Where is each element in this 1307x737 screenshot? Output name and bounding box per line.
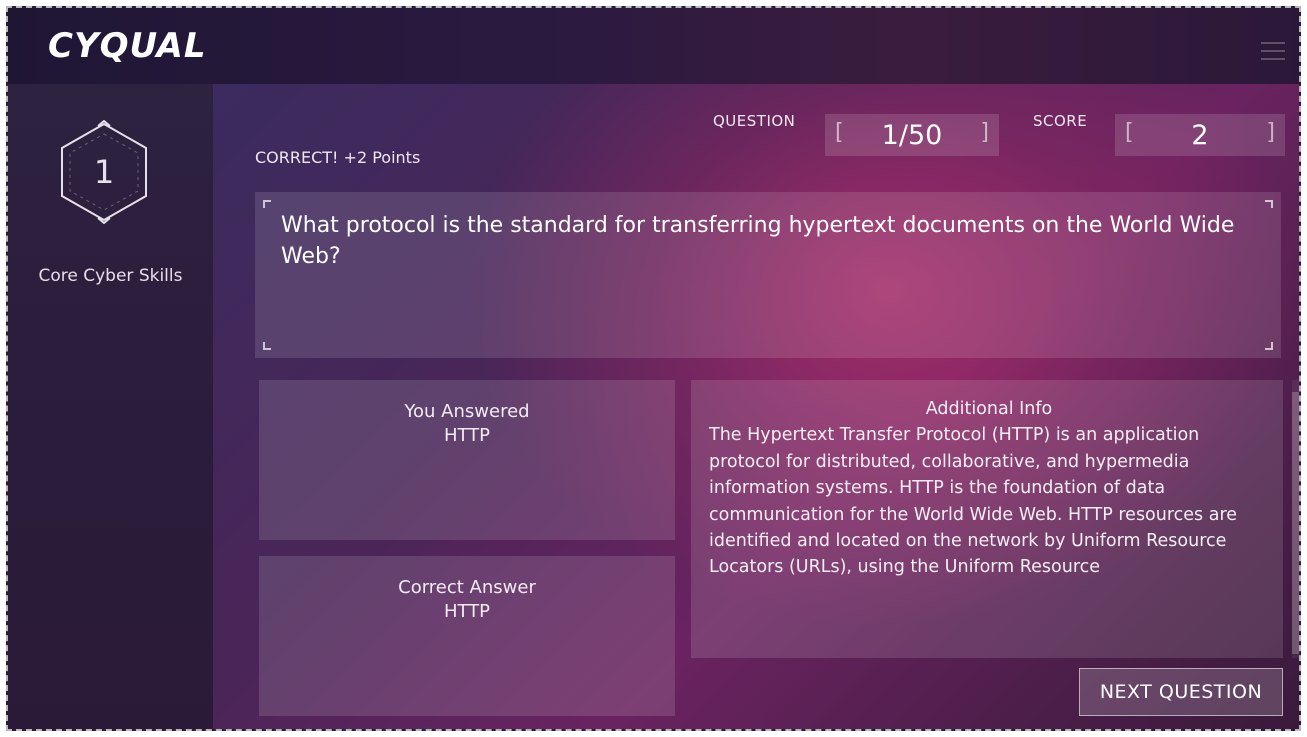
sidebar: 1 Core Cyber Skills — [8, 84, 213, 729]
additional-info-panel: Additional Info The Hypertext Transfer P… — [691, 380, 1283, 658]
top-bar: CYQUAL — [8, 8, 1299, 84]
main-panel: CORRECT! +2 Points QUESTION 1/50 SCORE 2… — [213, 84, 1299, 729]
your-answer-value: HTTP — [443, 425, 491, 446]
your-answer-label: You Answered — [404, 401, 530, 422]
menu-icon[interactable] — [1261, 42, 1285, 62]
correct-answer-label: Correct Answer — [398, 577, 536, 598]
feedback-message: CORRECT! +2 Points — [255, 148, 421, 167]
module-number: 1 — [93, 153, 115, 191]
question-label: QUESTION — [713, 112, 796, 130]
your-answer-panel: You Answered HTTP — [259, 380, 675, 540]
scroll-thumb[interactable] — [1292, 392, 1299, 654]
question-counter: 1/50 — [825, 114, 999, 156]
score-label: SCORE — [1033, 112, 1088, 130]
app-window: CYQUAL 1 Core Cyber Skills CORRECT! +2 P… — [6, 6, 1301, 731]
additional-info-text: The Hypertext Transfer Protocol (HTTP) i… — [709, 425, 1238, 578]
correct-answer-value: HTTP — [443, 601, 491, 622]
next-question-button[interactable]: NEXT QUESTION — [1079, 668, 1283, 716]
correct-answer-panel: Correct Answer HTTP — [259, 556, 675, 716]
module-name: Core Cyber Skills — [38, 266, 183, 286]
logo: CYQUAL — [48, 26, 207, 66]
info-scrollbar[interactable] — [1292, 380, 1299, 658]
additional-info-title: Additional Info — [925, 399, 1053, 419]
hexagon-icon: 1 — [58, 119, 150, 225]
score-value: 2 — [1115, 114, 1285, 156]
question-text: What protocol is the standard for transf… — [281, 213, 1235, 269]
question-box: What protocol is the standard for transf… — [255, 192, 1281, 358]
